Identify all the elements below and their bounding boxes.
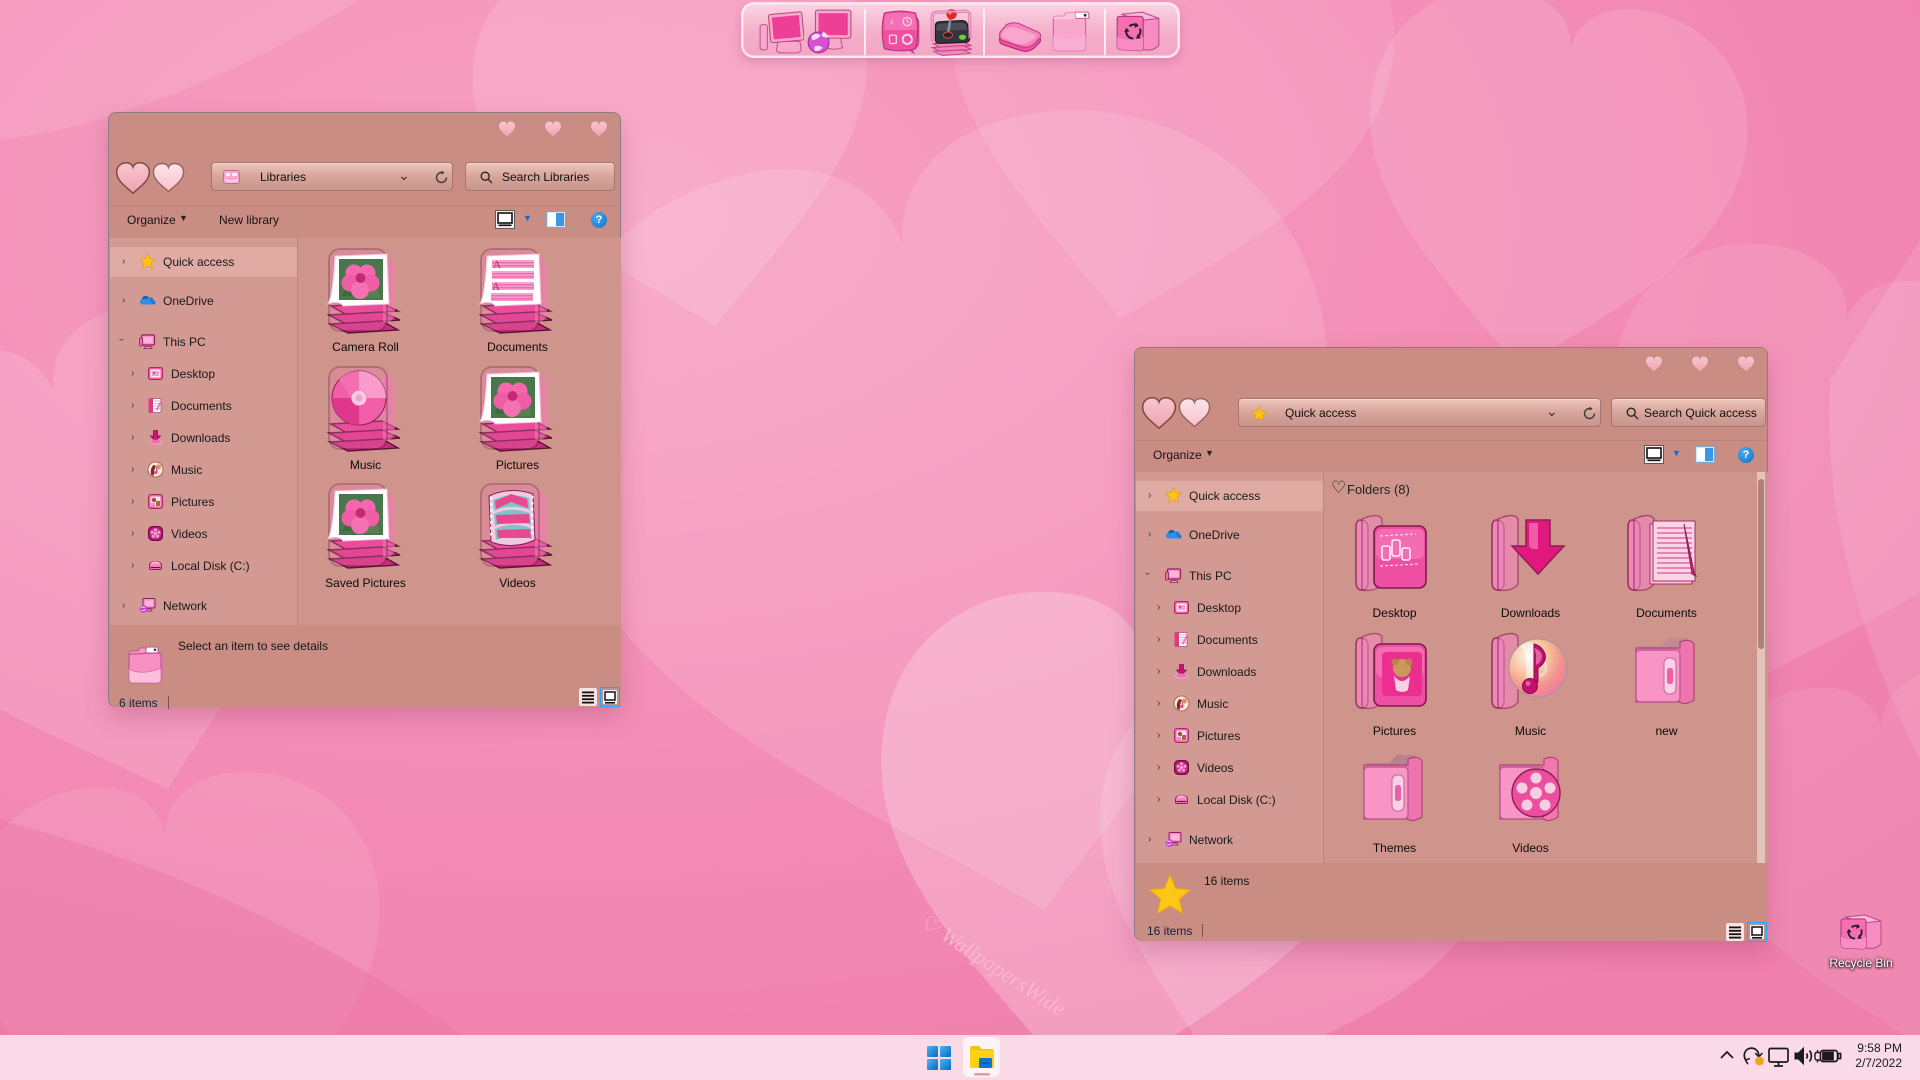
- svg-text:A: A: [493, 259, 501, 271]
- svg-text:A: A: [492, 281, 500, 293]
- svg-text:♪: ♪: [890, 16, 895, 27]
